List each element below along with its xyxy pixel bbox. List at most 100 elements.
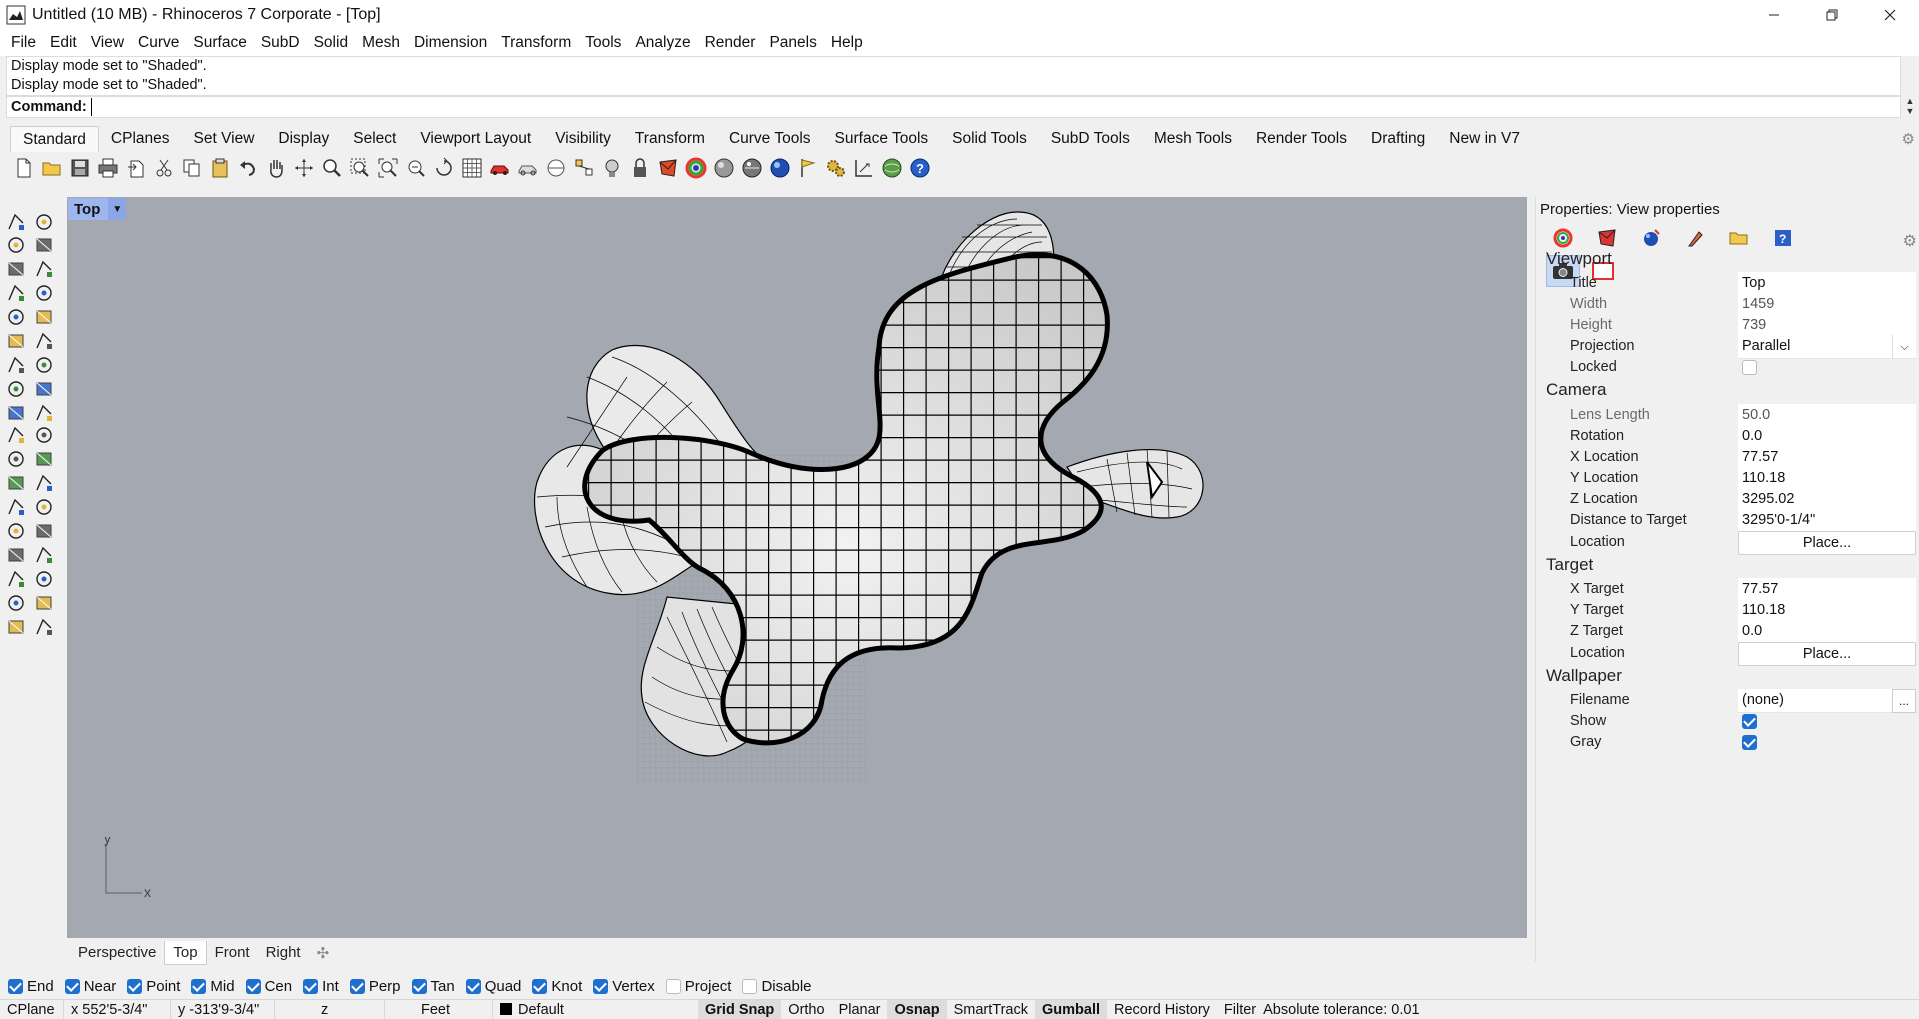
menu-subd[interactable]: SubD xyxy=(254,30,307,56)
viewport-tab-perspective[interactable]: Perspective xyxy=(70,941,164,965)
status-planar[interactable]: Planar xyxy=(832,1000,888,1019)
tab-viewport-layout[interactable]: Viewport Layout xyxy=(408,126,543,152)
osnap-perp[interactable]: Perp xyxy=(349,978,401,995)
check-tool-button[interactable] xyxy=(31,590,57,616)
import-button[interactable] xyxy=(122,154,149,182)
drafting-tool-tool-button[interactable] xyxy=(31,614,57,640)
tab-drafting[interactable]: Drafting xyxy=(1359,126,1437,152)
sphere-tool-button[interactable] xyxy=(31,352,57,378)
add-viewport-tab-icon[interactable]: ✣ xyxy=(309,944,338,962)
lock-button[interactable] xyxy=(626,154,653,182)
status-ortho[interactable]: Ortho xyxy=(781,1000,831,1019)
tab-set-view[interactable]: Set View xyxy=(182,126,267,152)
tab-curve-tools[interactable]: Curve Tools xyxy=(717,126,823,152)
osnap-disable[interactable]: Disable xyxy=(742,978,812,995)
fillet-tool-button[interactable] xyxy=(3,470,29,496)
osnap-int[interactable]: Int xyxy=(303,978,339,995)
rotate-button[interactable] xyxy=(430,154,457,182)
pan-button[interactable] xyxy=(262,154,289,182)
menu-curve[interactable]: Curve xyxy=(131,30,186,56)
top-viewport[interactable]: Top ▼ y x xyxy=(67,197,1527,938)
osnap-knot[interactable]: Knot xyxy=(532,978,582,995)
copy-objects-tool-button[interactable] xyxy=(31,446,57,472)
osnap-near[interactable]: Near xyxy=(64,978,116,995)
circle-tool-button[interactable] xyxy=(3,256,29,282)
tab-cplanes[interactable]: CPlanes xyxy=(99,126,182,152)
trim-tool-button[interactable] xyxy=(31,422,57,448)
surface-from-points-tool-button[interactable] xyxy=(3,328,29,354)
array-tool-button[interactable] xyxy=(3,566,29,592)
menu-file[interactable]: File xyxy=(4,30,43,56)
menu-help[interactable]: Help xyxy=(824,30,870,56)
command-input[interactable] xyxy=(90,98,1791,116)
menu-edit[interactable]: Edit xyxy=(43,30,84,56)
osnap-button[interactable] xyxy=(542,154,569,182)
status-gumball[interactable]: Gumball xyxy=(1035,999,1108,1019)
render-button[interactable] xyxy=(766,154,793,182)
tab-display[interactable]: Display xyxy=(266,126,341,152)
viewport-layout-button[interactable] xyxy=(458,154,485,182)
osnap-point[interactable]: Point xyxy=(127,978,180,995)
help-button[interactable]: ? xyxy=(906,154,933,182)
tab-select[interactable]: Select xyxy=(341,126,408,152)
status-record-history[interactable]: Record History xyxy=(1107,1000,1217,1019)
zoom-window-button[interactable] xyxy=(346,154,373,182)
files-tab[interactable] xyxy=(1724,225,1754,251)
prop-checkbox-gray[interactable] xyxy=(1742,735,1757,750)
group-tool-button[interactable] xyxy=(3,518,29,544)
rectangle-tool-button[interactable] xyxy=(31,280,57,306)
command-history[interactable]: Display mode set to "Shaded". Display mo… xyxy=(6,56,1901,96)
menu-analyze[interactable]: Analyze xyxy=(628,30,697,56)
control-points-tool-button[interactable] xyxy=(31,232,57,258)
move-tool-button[interactable] xyxy=(3,446,29,472)
model-scene[interactable] xyxy=(67,197,1527,938)
tab-new-in-v7[interactable]: New in V7 xyxy=(1437,126,1532,152)
osnap-end[interactable]: End xyxy=(8,978,54,995)
osnap-quad-checkbox[interactable] xyxy=(465,978,481,994)
menu-view[interactable]: View xyxy=(84,30,131,56)
status-cplane[interactable]: CPlane xyxy=(0,999,64,1019)
dimension-button[interactable] xyxy=(850,154,877,182)
help-tab[interactable]: ? xyxy=(1768,225,1798,251)
menu-solid[interactable]: Solid xyxy=(307,30,355,56)
osnap-cen-checkbox[interactable] xyxy=(245,978,261,994)
menu-render[interactable]: Render xyxy=(698,30,763,56)
status-units[interactable]: Feet xyxy=(385,999,493,1019)
materials-button[interactable] xyxy=(654,154,681,182)
osnap-mid[interactable]: Mid xyxy=(191,978,235,995)
analyze-tool-button[interactable] xyxy=(3,590,29,616)
minimize-button[interactable] xyxy=(1745,0,1803,30)
tab-solid-tools[interactable]: Solid Tools xyxy=(940,126,1039,152)
menu-tools[interactable]: Tools xyxy=(578,30,628,56)
menu-transform[interactable]: Transform xyxy=(494,30,578,56)
shaded-car-button[interactable] xyxy=(486,154,513,182)
ellipse-tool-button[interactable] xyxy=(31,256,57,282)
viewport-tab-front[interactable]: Front xyxy=(207,941,258,965)
zoom-selected-button[interactable] xyxy=(402,154,429,182)
select-points-button[interactable] xyxy=(570,154,597,182)
polyline-tool-button[interactable] xyxy=(3,232,29,258)
options-button[interactable] xyxy=(822,154,849,182)
osnap-quad[interactable]: Quad xyxy=(465,978,521,995)
place-button[interactable]: Place... xyxy=(1738,531,1916,555)
box-tool-button[interactable] xyxy=(3,352,29,378)
place-button[interactable]: Place... xyxy=(1738,642,1916,666)
osnap-cen[interactable]: Cen xyxy=(245,978,292,995)
print-button[interactable] xyxy=(94,154,121,182)
status-smarttrack[interactable]: SmartTrack xyxy=(947,1000,1035,1019)
osnap-vertex-checkbox[interactable] xyxy=(593,978,609,994)
tab-standard[interactable]: Standard xyxy=(10,126,99,152)
flag-button[interactable] xyxy=(794,154,821,182)
dimension-tool-tool-button[interactable] xyxy=(31,494,57,520)
cut-button[interactable] xyxy=(150,154,177,182)
osnap-mid-checkbox[interactable] xyxy=(191,978,207,994)
menu-surface[interactable]: Surface xyxy=(186,30,253,56)
paste-button[interactable] xyxy=(206,154,233,182)
osnap-disable-checkbox[interactable] xyxy=(742,978,758,994)
new-file-button[interactable] xyxy=(10,154,37,182)
text-tool-button[interactable] xyxy=(3,494,29,520)
save-button[interactable] xyxy=(66,154,93,182)
zoom-button[interactable] xyxy=(318,154,345,182)
tab-transform[interactable]: Transform xyxy=(623,126,717,152)
viewport-tab-top[interactable]: Top xyxy=(164,941,207,965)
